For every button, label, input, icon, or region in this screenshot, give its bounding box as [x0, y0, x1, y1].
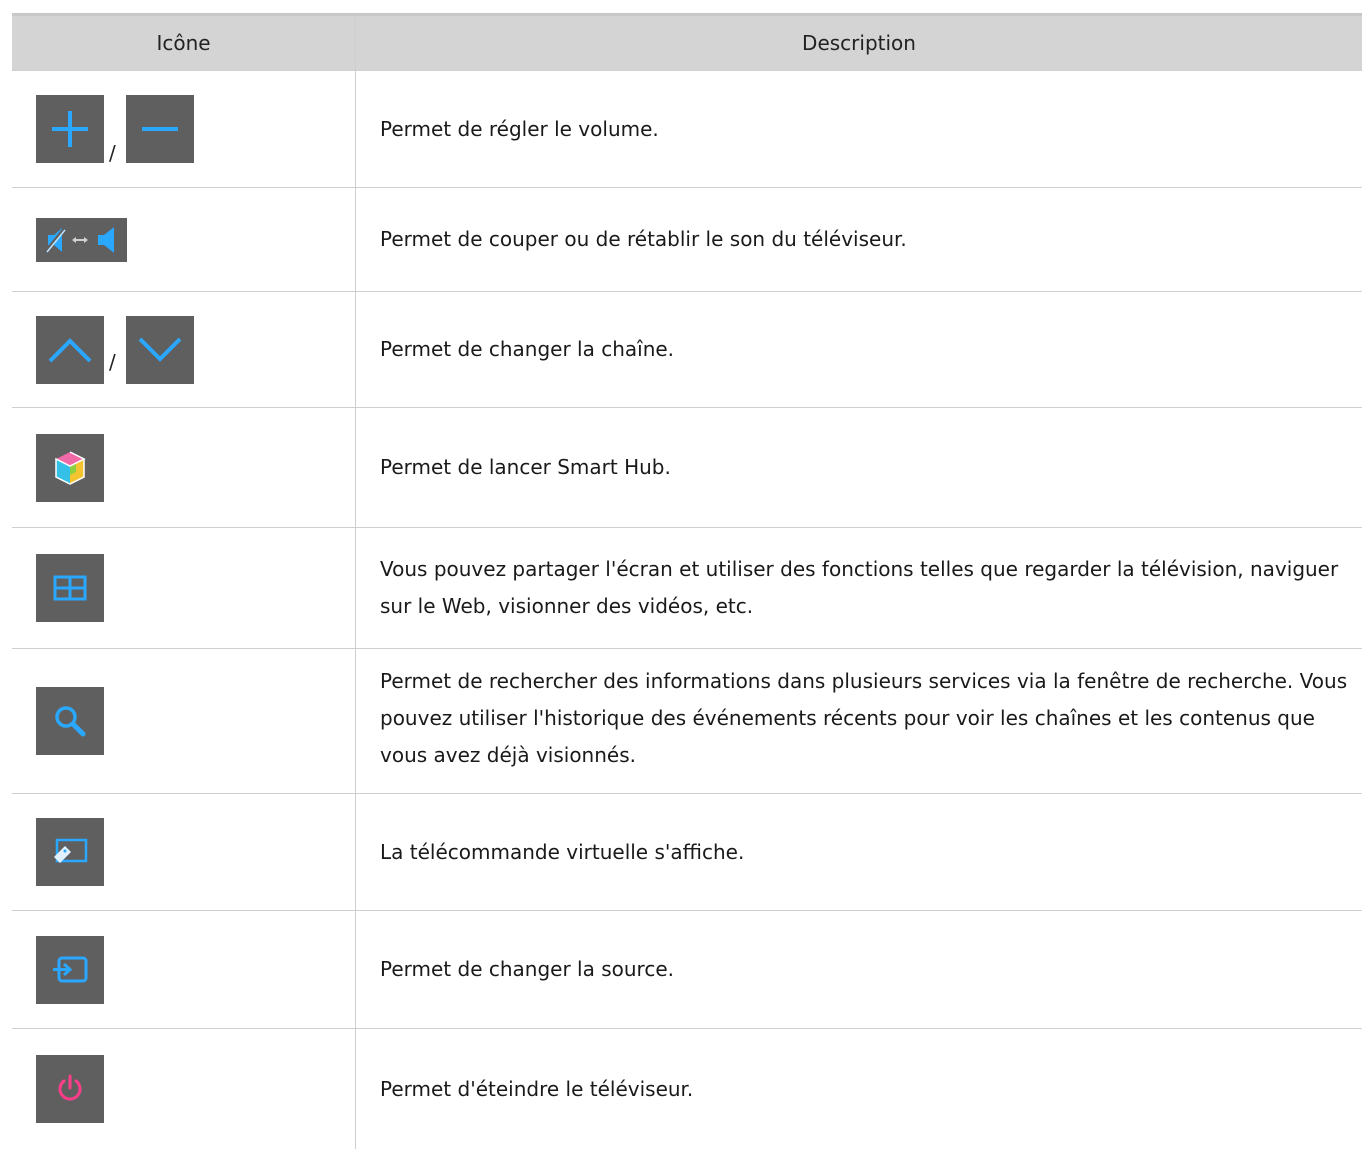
table-row: / Permet de régler le volume. [12, 71, 1362, 188]
volume-down-button[interactable] [126, 95, 194, 163]
row-description: Vous pouvez partager l'écran et utiliser… [380, 557, 1339, 618]
multi-screen-button[interactable] [36, 554, 104, 622]
header-description-column: Description [802, 31, 916, 55]
icon-cell [12, 794, 356, 910]
icon-cell: / [12, 292, 356, 407]
row-description: Permet de couper ou de rétablir le son d… [380, 227, 907, 251]
icon-cell: / [12, 71, 356, 187]
icon-cell [12, 1029, 356, 1149]
chevron-up-icon [48, 337, 92, 362]
virtual-remote-button[interactable] [36, 818, 104, 886]
search-icon [55, 706, 86, 737]
table-row: Permet de couper ou de rétablir le son d… [12, 188, 1362, 292]
row-description: La télécommande virtuelle s'affiche. [380, 839, 745, 864]
table-header: Icône Description [12, 16, 1362, 71]
plus-icon [52, 111, 88, 147]
search-button[interactable] [36, 687, 104, 755]
icon-cell [12, 408, 356, 527]
table-row: Permet d'éteindre le téléviseur. [12, 1029, 1362, 1149]
power-button[interactable] [36, 1055, 104, 1123]
icon-table: Icône Description / Permet de régler le … [12, 13, 1362, 1149]
smart-hub-button[interactable] [36, 433, 104, 502]
row-description: Permet de rechercher des informations da… [380, 669, 1348, 767]
row-description: Permet d'éteindre le téléviseur. [380, 1076, 694, 1101]
smart-hub-icon [55, 450, 86, 485]
source-icon [53, 956, 88, 982]
table-row: La télécommande virtuelle s'affiche. [12, 794, 1362, 911]
icon-cell [12, 188, 356, 291]
row-description: Permet de lancer Smart Hub. [380, 455, 671, 479]
table-row: Permet de rechercher des informations da… [12, 649, 1362, 794]
icon-cell [12, 911, 356, 1028]
mute-unmute-icon [44, 226, 114, 253]
table-row: Vous pouvez partager l'écran et utiliser… [12, 528, 1362, 649]
table-row: / Permet de changer la chaîne. [12, 292, 1362, 408]
header-icon-column: Icône [12, 16, 356, 70]
multi-screen-icon [53, 575, 87, 601]
table-row: Permet de changer la source. [12, 911, 1362, 1029]
source-button[interactable] [36, 935, 104, 1004]
icon-separator: / [109, 350, 116, 374]
icon-cell [12, 528, 356, 648]
mute-button[interactable] [36, 217, 127, 262]
row-description: Permet de régler le volume. [380, 116, 659, 141]
minus-icon [142, 127, 178, 131]
power-icon [58, 1074, 82, 1101]
volume-up-button[interactable] [36, 95, 104, 163]
icon-separator: / [109, 141, 116, 165]
channel-up-button[interactable] [36, 315, 104, 384]
virtual-remote-icon [54, 838, 88, 863]
icon-cell [12, 649, 356, 793]
table-row: Permet de lancer Smart Hub. [12, 408, 1362, 528]
chevron-down-icon [138, 337, 182, 362]
row-description: Permet de changer la chaîne. [380, 337, 675, 361]
channel-down-button[interactable] [126, 315, 194, 384]
row-description: Permet de changer la source. [380, 957, 674, 981]
